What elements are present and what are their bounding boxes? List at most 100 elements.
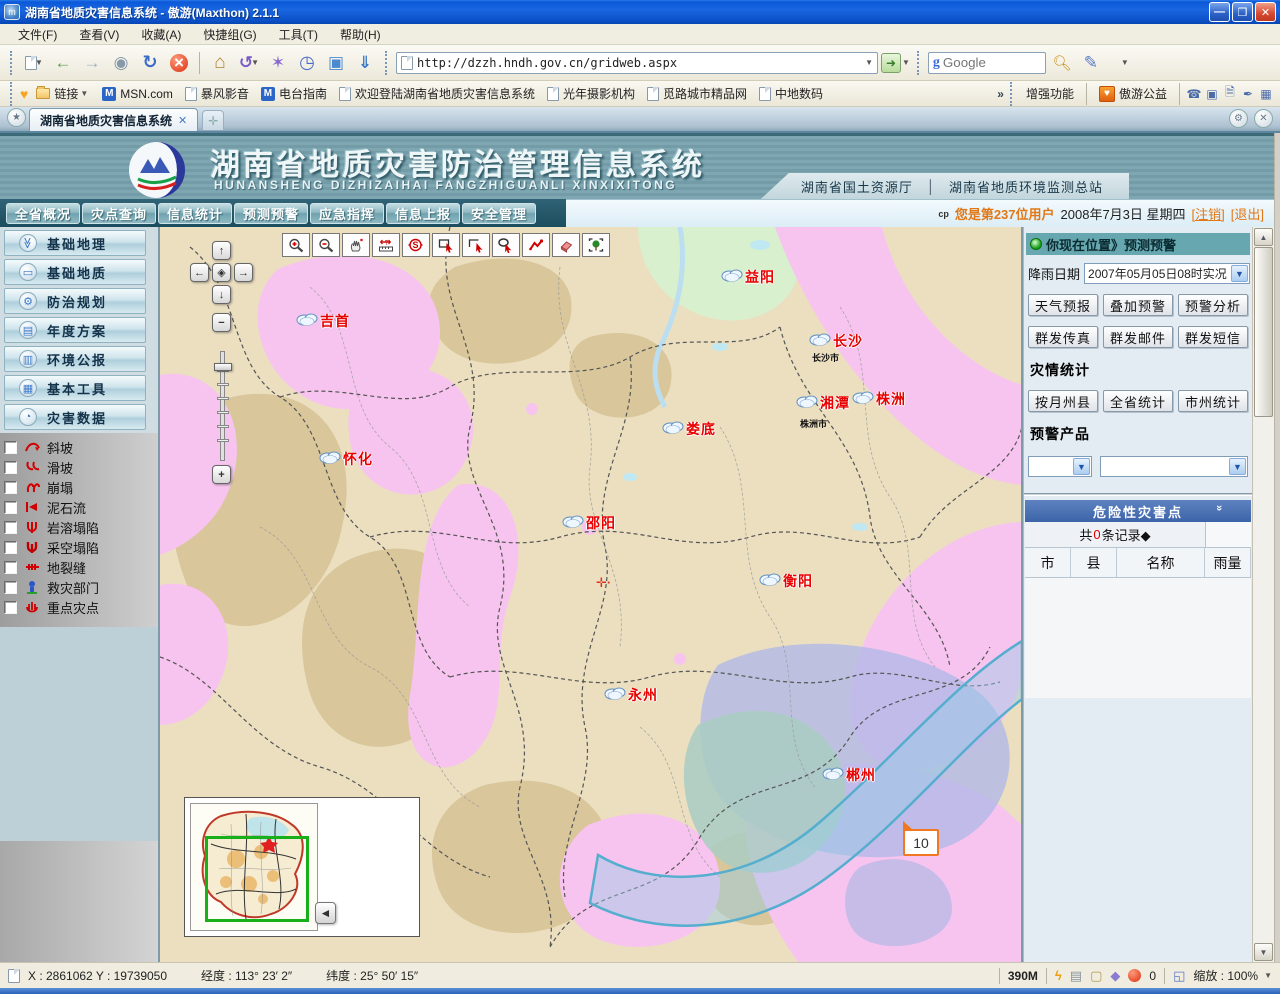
layer-checkbox[interactable]	[4, 601, 17, 614]
panel-button-预警分析[interactable]: 预警分析	[1178, 294, 1248, 316]
scroll-down-button[interactable]: ▼	[1254, 943, 1273, 961]
pan-right-button[interactable]: →	[234, 263, 253, 282]
zoom-out-slider-button[interactable]: −	[212, 313, 231, 332]
window-icon[interactable]: ▣	[1204, 86, 1220, 102]
go-dropdown-icon[interactable]: ▼	[902, 58, 910, 67]
pan-down-button[interactable]: ↓	[212, 285, 231, 304]
nav-tab-灾点查询[interactable]: 灾点查询	[82, 203, 156, 224]
rect-zoom-tool[interactable]	[432, 233, 460, 257]
menu-item-5[interactable]: 帮助(H)	[330, 24, 391, 45]
layer-checkbox[interactable]	[4, 521, 17, 534]
select-arrow-icon[interactable]: ▼	[1073, 458, 1090, 475]
product-item-select[interactable]: ▼	[1100, 456, 1248, 477]
enhance-menu[interactable]: 增强功能	[1020, 83, 1080, 104]
layer-checkbox[interactable]	[4, 541, 17, 554]
bookmark-folder-links[interactable]: 链接▼	[30, 83, 94, 104]
panel-button-群发传真[interactable]: 群发传真	[1028, 326, 1098, 348]
polyline-tool[interactable]	[522, 233, 550, 257]
nav-tab-安全管理[interactable]: 安全管理	[462, 203, 536, 224]
menu-item-4[interactable]: 工具(T)	[269, 24, 328, 45]
menu-item-0[interactable]: 文件(F)	[8, 24, 67, 45]
highlight-button[interactable]: ✎	[1078, 50, 1104, 76]
sidebar-module-基础地质[interactable]: ▭基础地质	[4, 259, 146, 285]
zoom-dropdown-icon[interactable]: ▼	[1264, 971, 1272, 980]
map-area[interactable]: ?S ↑ ← ◈ → ↓ − + 吉首益阳长沙娄底湘潭株洲怀化邵阳衡阳永州郴州长…	[160, 227, 1023, 962]
boost-lightning-icon[interactable]: ϟ	[1055, 968, 1062, 983]
new-window-icon[interactable]: ▢	[1090, 968, 1102, 984]
eraser-tool[interactable]	[552, 233, 580, 257]
layer-checkbox[interactable]	[4, 501, 17, 514]
tab-close-icon[interactable]: ✕	[178, 114, 187, 127]
rect-select-tool[interactable]	[462, 233, 490, 257]
link-geo-monitor[interactable]: 湖南省地质环境监测总站	[949, 177, 1103, 196]
home-button[interactable]: ⌂	[207, 50, 233, 76]
download-button[interactable]: ⇓	[352, 50, 378, 76]
nav-tab-信息上报[interactable]: 信息上报	[386, 203, 460, 224]
search-button[interactable]: 🔍︎	[1049, 50, 1075, 76]
close-tabs-button[interactable]: ✕	[1254, 109, 1273, 128]
zoom-resize-icon[interactable]: ◱	[1173, 968, 1185, 984]
pan-left-button[interactable]: ←	[190, 263, 209, 282]
sidebar-module-基本工具[interactable]: ▦基本工具	[4, 375, 146, 401]
pan-tool[interactable]	[342, 233, 370, 257]
select-arrow-icon[interactable]: ▼	[1231, 265, 1248, 282]
zoom-out-tool[interactable]	[312, 233, 340, 257]
url-input[interactable]	[417, 56, 863, 70]
panel-button-群发短信[interactable]: 群发短信	[1178, 326, 1248, 348]
bookmark-item-2[interactable]: M电台指南	[255, 83, 333, 104]
minimap-viewport-rect[interactable]	[205, 836, 309, 922]
back-button[interactable]: ←	[50, 50, 76, 76]
scroll-up-button[interactable]: ▲	[1254, 228, 1273, 246]
panel-button-叠加预警[interactable]: 叠加预警	[1103, 294, 1173, 316]
menu-item-1[interactable]: 查看(V)	[69, 24, 129, 45]
search-box[interactable]: g ▼	[928, 52, 1046, 74]
layer-checkbox[interactable]	[4, 561, 17, 574]
bookmark-item-3[interactable]: 欢迎登陆湖南省地质灾害信息系统	[333, 83, 541, 104]
go-button[interactable]: ➜	[881, 53, 901, 73]
sidebar-module-基础地理[interactable]: ≫基础地理	[4, 230, 146, 256]
pan-up-button[interactable]: ↑	[212, 241, 231, 260]
bookmark-item-4[interactable]: 光年摄影机构	[541, 83, 641, 104]
magic-fill-button[interactable]: ✶	[265, 50, 291, 76]
tab-active[interactable]: 湖南省地质灾害信息系统 ✕	[29, 108, 198, 131]
search-engine-dropdown-icon[interactable]: ▼	[1121, 58, 1129, 67]
history-clock-button[interactable]: ◷	[294, 50, 320, 76]
sidebar-module-环境公报[interactable]: ▥环境公报	[4, 346, 146, 372]
logout-link[interactable]: [注销]	[1192, 204, 1225, 223]
popup-blocker-icon[interactable]	[1128, 968, 1141, 983]
layer-checkbox[interactable]	[4, 581, 17, 594]
url-dropdown-icon[interactable]: ▼	[865, 58, 873, 67]
undo-button[interactable]: ↺▼	[236, 50, 262, 76]
scale-tool[interactable]: S	[402, 233, 430, 257]
menu-item-3[interactable]: 快捷组(G)	[193, 24, 266, 45]
tools-wrench-button[interactable]: ⚙	[1229, 109, 1248, 128]
minimap-collapse-button[interactable]: ◄	[315, 902, 336, 924]
panel-button-按月州县[interactable]: 按月州县	[1028, 390, 1098, 412]
history-dropdown-button[interactable]: ◉	[108, 50, 134, 76]
panel-button-全省统计[interactable]: 全省统计	[1103, 390, 1173, 412]
layer-checkbox[interactable]	[4, 481, 17, 494]
stop-button[interactable]: ×	[166, 50, 192, 76]
zoom-level[interactable]: 缩放 : 100%	[1193, 967, 1258, 984]
scrollbar-thumb[interactable]	[1254, 247, 1273, 417]
zoom-in-tool[interactable]	[282, 233, 310, 257]
minimize-button[interactable]: —	[1209, 2, 1230, 22]
plugin-diamond-icon[interactable]: ◆	[1110, 968, 1120, 984]
bookmark-item-6[interactable]: 中地数码	[753, 83, 829, 104]
full-extent-tool[interactable]	[582, 233, 610, 257]
nav-tab-预测预警[interactable]: 预测预警	[234, 203, 308, 224]
sidebar-module-灾害数据[interactable]: ◔灾害数据	[4, 404, 146, 430]
favorites-heart-icon[interactable]: ♥	[20, 86, 28, 102]
bookmarks-overflow-button[interactable]: »	[997, 87, 1004, 101]
panel-button-群发邮件[interactable]: 群发邮件	[1103, 326, 1173, 348]
layer-checkbox[interactable]	[4, 461, 17, 474]
layer-checkbox[interactable]	[4, 441, 17, 454]
proxy-icon[interactable]: ▤	[1070, 968, 1082, 984]
sidebar-module-防治规划[interactable]: ⚙防治规划	[4, 288, 146, 314]
zoom-slider-handle[interactable]	[214, 363, 232, 371]
nav-tab-应急指挥[interactable]: 应急指挥	[310, 203, 384, 224]
menu-item-2[interactable]: 收藏(A)	[131, 24, 191, 45]
product-type-select[interactable]: ▼	[1028, 456, 1092, 477]
bookmark-item-0[interactable]: MMSN.com	[96, 85, 179, 103]
address-bar[interactable]: ▼	[396, 52, 878, 74]
